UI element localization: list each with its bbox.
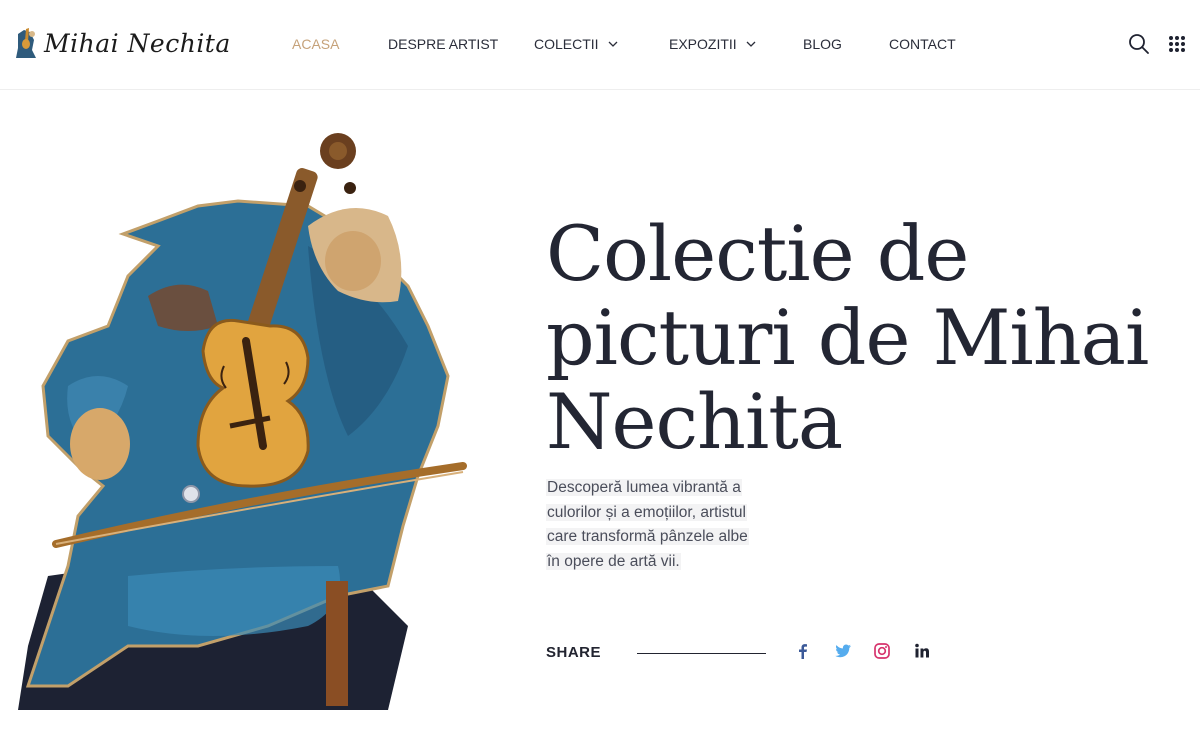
- linkedin-icon[interactable]: [913, 642, 931, 660]
- main-nav: ACASA DESPRE ARTIST COLECTII EXPOZITII B…: [0, 36, 1200, 56]
- nav-label: EXPOZITII: [669, 36, 737, 52]
- hero-desc-line: în opere de artă vii.: [546, 552, 681, 570]
- hero-title: Colectie de picturi de Mihai Nechita: [546, 212, 1186, 464]
- hero-title-line: picturi de Mihai: [546, 293, 1149, 382]
- hero-title-line: Nechita: [546, 377, 843, 466]
- grid-menu-icon[interactable]: [1168, 35, 1186, 53]
- search-icon[interactable]: [1128, 33, 1150, 55]
- nav-colectii[interactable]: COLECTII: [534, 36, 618, 52]
- nav-acasa[interactable]: ACASA: [292, 36, 339, 52]
- hero-desc-line: care transformă pânzele albe: [546, 528, 749, 545]
- header-actions: [1128, 33, 1186, 55]
- chevron-down-icon: [608, 41, 618, 47]
- nav-despre-artist[interactable]: DESPRE ARTIST: [388, 36, 498, 52]
- nav-label: ACASA: [292, 36, 340, 52]
- hero-desc-line: Descoperă lumea vibrantă a: [546, 479, 742, 496]
- chevron-down-icon: [746, 41, 756, 47]
- site-header: Mihai Nechita ACASA DESPRE ARTIST COLECT…: [0, 0, 1200, 90]
- hero-title-line: Colectie de: [546, 209, 969, 298]
- hero-desc-line: culorilor și a emoțiilor, artistul: [546, 503, 747, 521]
- share-label: SHARE: [546, 644, 602, 661]
- instagram-icon[interactable]: [873, 642, 891, 660]
- nav-blog[interactable]: BLOG: [803, 36, 842, 52]
- facebook-icon[interactable]: [794, 642, 812, 660]
- twitter-icon[interactable]: [834, 642, 852, 660]
- hero-description: Descoperă lumea vibrantă a culorilor și …: [546, 476, 766, 574]
- violinist-painting: [18, 133, 467, 710]
- nav-expozitii[interactable]: EXPOZITII: [669, 36, 756, 52]
- share-divider: [637, 653, 766, 654]
- nav-label: BLOG: [803, 36, 842, 52]
- nav-label: DESPRE ARTIST: [388, 36, 499, 52]
- nav-label: CONTACT: [889, 36, 956, 52]
- share-bar: SHARE: [546, 640, 966, 664]
- nav-label: COLECTII: [534, 36, 599, 52]
- nav-contact[interactable]: CONTACT: [889, 36, 956, 52]
